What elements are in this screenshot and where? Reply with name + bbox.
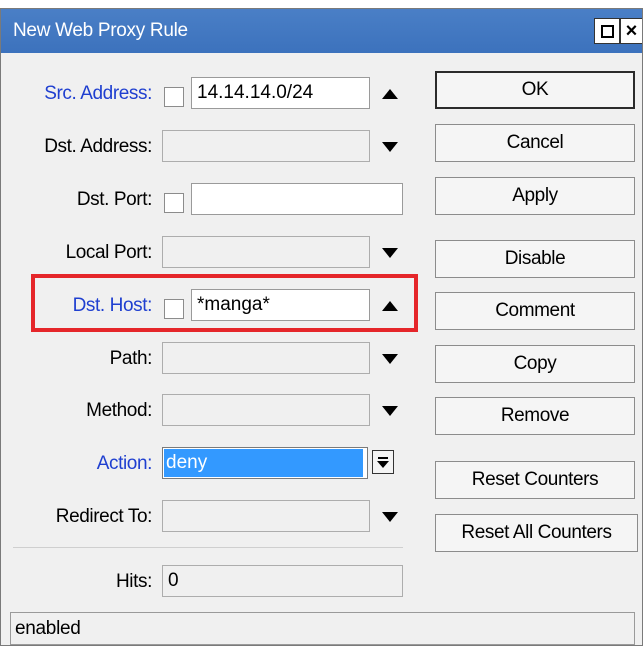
local-port-field [162,236,370,268]
close-button[interactable]: × [620,18,642,44]
hits-label: Hits: [115,571,152,592]
expand-down-icon[interactable] [382,354,398,364]
dst-port-negate-checkbox[interactable] [164,193,184,213]
expand-down-icon[interactable] [382,512,398,522]
new-web-proxy-rule-dialog: New Web Proxy Rule × Src. Address: 14.14… [0,8,643,646]
src-address-negate-checkbox[interactable] [164,87,184,107]
dst-host-highlight-box [31,274,418,332]
window-title: New Web Proxy Rule [13,20,188,41]
reset-all-counters-button[interactable]: Reset All Counters [435,514,638,552]
path-label: Path: [109,348,153,369]
close-icon: × [625,20,638,42]
method-label: Method: [86,400,152,421]
expand-down-icon[interactable] [382,406,398,416]
dst-address-field [162,130,370,162]
method-field [162,394,370,426]
remove-button[interactable]: Remove [435,397,635,435]
src-address-label: Src. Address: [44,83,152,104]
path-field [162,342,370,374]
hits-field: 0 [162,565,403,597]
copy-button[interactable]: Copy [435,345,635,383]
src-address-input[interactable]: 14.14.14.0/24 [191,77,370,109]
dst-port-label: Dst. Port: [76,189,153,210]
dropdown-bar-icon [378,457,388,459]
local-port-label: Local Port: [65,242,153,263]
action-label: Action: [96,453,153,474]
dropdown-arrow-icon [377,461,389,468]
maximize-icon [600,24,614,38]
title-bar[interactable]: New Web Proxy Rule × [1,9,642,53]
cancel-button[interactable]: Cancel [435,124,635,162]
collapse-up-icon[interactable] [382,89,398,99]
action-selected-value: deny [164,449,363,477]
expand-down-icon[interactable] [382,248,398,258]
separator [13,547,403,548]
comment-button[interactable]: Comment [435,292,635,330]
ok-button[interactable]: OK [435,71,635,109]
expand-down-icon[interactable] [382,142,398,152]
disable-button[interactable]: Disable [435,240,635,278]
apply-button[interactable]: Apply [435,177,635,215]
maximize-button[interactable] [594,18,620,44]
dst-address-label: Dst. Address: [44,136,152,157]
redirect-to-field [162,500,370,532]
status-bar: enabled [10,612,635,645]
action-dropdown-button[interactable] [372,450,394,474]
reset-counters-button[interactable]: Reset Counters [435,461,635,499]
action-select[interactable]: deny [162,447,368,479]
redirect-to-label: Redirect To: [55,506,153,527]
dst-port-input[interactable] [191,183,403,215]
